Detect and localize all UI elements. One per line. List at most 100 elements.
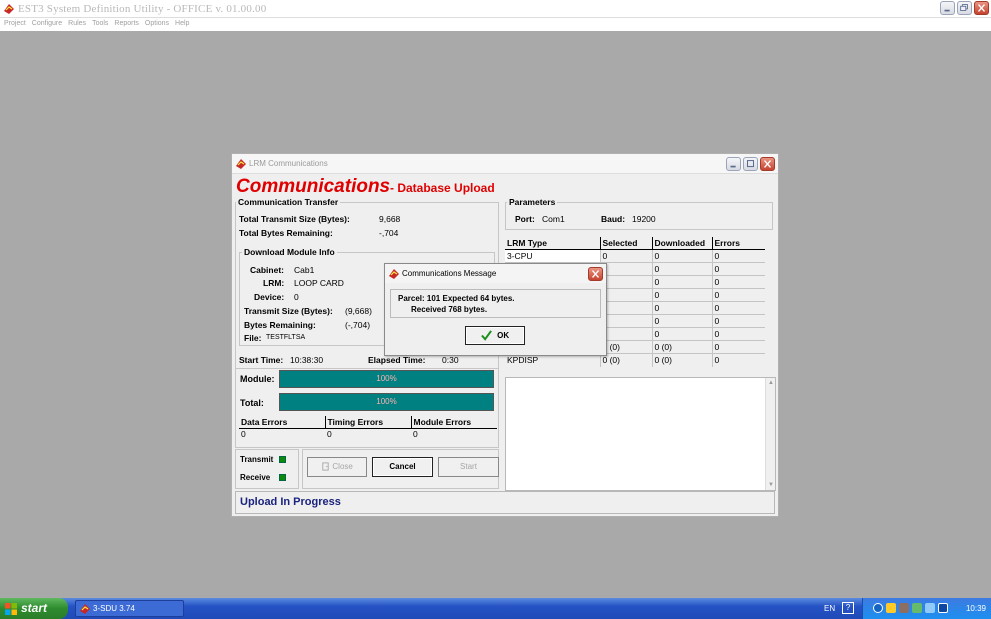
elapsed-time-value: 0:30 xyxy=(442,355,459,365)
table-row[interactable]: 3-CPU 0 0 0 xyxy=(505,249,765,263)
minimize-button[interactable] xyxy=(940,1,955,15)
selected-cell: 0 xyxy=(600,301,653,315)
downloaded-cell: 0 xyxy=(652,275,713,289)
message-line-2: Received 768 bytes. xyxy=(411,305,488,314)
minimize-icon xyxy=(730,165,736,168)
bytes-remaining-label: Bytes Remaining: xyxy=(244,320,316,330)
menu-reports[interactable]: Reports xyxy=(114,18,139,31)
total-remaining-value: -,704 xyxy=(379,228,399,238)
port-label: Port: xyxy=(515,214,535,224)
selected-cell: 0 xyxy=(600,275,653,289)
errors-cell: 0 xyxy=(712,353,765,367)
timing-errors-header: Timing Errors xyxy=(325,416,412,429)
menu-rules[interactable]: Rules xyxy=(68,18,86,31)
taskbar: start 3-SDU 3.74 EN ? 10:39 xyxy=(0,598,991,619)
message-window-icon xyxy=(389,269,399,279)
minimize-icon xyxy=(944,9,950,12)
data-errors-header: Data Errors xyxy=(239,416,326,429)
message-title: Communications Message xyxy=(402,269,497,278)
lrm-label: LRM: xyxy=(263,278,285,288)
download-module-info-label: Download Module Info xyxy=(242,247,337,257)
start-button[interactable]: Start xyxy=(438,457,499,477)
parameters-label: Parameters xyxy=(507,197,558,207)
app-title-bar: EST3 System Definition Utility - OFFICE … xyxy=(0,0,991,18)
restore-button[interactable] xyxy=(957,1,972,15)
log-area[interactable]: ▲ ▼ xyxy=(505,377,776,491)
communication-transfer-label: Communication Transfer xyxy=(236,197,341,207)
receive-led xyxy=(279,474,286,481)
total-transmit-value: 9,668 xyxy=(379,214,401,224)
scroll-down-icon[interactable]: ▼ xyxy=(767,481,775,489)
start-label: start xyxy=(21,601,48,615)
app-title: EST3 System Definition Utility - OFFICE … xyxy=(18,3,267,15)
cabinet-value: Cab1 xyxy=(294,265,315,275)
menu-help[interactable]: Help xyxy=(175,18,189,31)
close-button[interactable]: Close xyxy=(307,457,367,477)
help-icon[interactable]: ? xyxy=(842,602,854,614)
log-scrollbar[interactable]: ▲ ▼ xyxy=(765,378,775,490)
ok-button[interactable]: OK xyxy=(465,326,525,345)
close-icon xyxy=(591,270,600,278)
lrm-minimize-button[interactable] xyxy=(726,157,741,171)
shield-icon[interactable] xyxy=(899,603,909,613)
checkmark-icon xyxy=(481,330,492,342)
lrm-maximize-button[interactable] xyxy=(743,157,758,171)
monitor-icon[interactable] xyxy=(925,603,935,613)
message-panel: Parcel: 101 Expected 64 bytes. Received … xyxy=(390,289,601,318)
header-subtitle: - Database Upload xyxy=(390,181,495,195)
total-remaining-label: Total Bytes Remaining: xyxy=(239,228,333,238)
lrm-type-header[interactable]: LRM Type xyxy=(505,237,601,250)
lrm-window-title: LRM Communications xyxy=(249,159,328,168)
downloaded-header[interactable]: Downloaded xyxy=(652,237,713,250)
lrm-window-icon xyxy=(236,159,246,169)
module-errors-value: 0 xyxy=(413,429,418,440)
status-text: Upload In Progress xyxy=(240,496,341,508)
restore-icon xyxy=(960,4,968,11)
lrm-close-window-button[interactable] xyxy=(760,157,775,171)
total-progress-bar: 100% xyxy=(279,393,494,411)
menu-bar: Project Configure Rules Tools Reports Op… xyxy=(0,18,991,31)
device-label: Device: xyxy=(254,292,285,302)
errors-cell: 0 xyxy=(712,340,765,354)
errors-cell: 0 xyxy=(712,327,765,341)
timing-errors-value: 0 xyxy=(327,429,332,440)
lrm-table-header: LRM Type Selected Downloaded Errors xyxy=(505,237,765,250)
network-icon[interactable] xyxy=(873,603,883,613)
downloaded-cell: 0 xyxy=(652,288,713,302)
menu-options[interactable]: Options xyxy=(145,18,169,31)
lrm-value: LOOP CARD xyxy=(294,278,344,288)
message-close-button[interactable] xyxy=(588,267,603,281)
module-progress-text: 100% xyxy=(376,374,397,383)
cancel-button[interactable]: Cancel xyxy=(372,457,433,477)
close-icon xyxy=(763,160,772,168)
cabinet-label: Cabinet: xyxy=(250,265,284,275)
menu-tools[interactable]: Tools xyxy=(92,18,108,31)
taskbar-item-sdu[interactable]: 3-SDU 3.74 xyxy=(75,600,184,617)
app-close-button[interactable] xyxy=(974,1,989,15)
downloaded-cell: 0 (0) xyxy=(652,353,713,367)
security-icon[interactable] xyxy=(886,603,896,613)
start-button[interactable]: start xyxy=(0,598,68,619)
menu-project[interactable]: Project xyxy=(4,18,26,31)
header-title: Communications xyxy=(236,176,391,197)
errors-header[interactable]: Errors xyxy=(712,237,765,250)
selected-cell: 0 (0) xyxy=(600,340,653,354)
maximize-icon xyxy=(746,160,755,168)
system-tray: 10:39 xyxy=(862,598,991,619)
language-indicator[interactable]: EN xyxy=(824,598,835,619)
display-icon[interactable] xyxy=(938,603,948,613)
errors-cell: 0 xyxy=(712,288,765,302)
scroll-up-icon[interactable]: ▲ xyxy=(767,379,775,387)
menu-configure[interactable]: Configure xyxy=(32,18,62,31)
lrm-type-cell: 3-CPU xyxy=(505,249,601,263)
sdu-app-icon xyxy=(80,604,90,614)
sync-icon[interactable] xyxy=(912,603,922,613)
port-value: Com1 xyxy=(542,214,565,224)
selected-header[interactable]: Selected xyxy=(600,237,653,250)
device-value: 0 xyxy=(294,292,299,302)
ok-button-label: OK xyxy=(497,331,510,340)
elapsed-time-label: Elapsed Time: xyxy=(368,355,426,365)
bytes-remaining-value: (-,704) xyxy=(345,320,371,330)
errors-cell: 0 xyxy=(712,301,765,315)
door-icon xyxy=(322,462,329,471)
